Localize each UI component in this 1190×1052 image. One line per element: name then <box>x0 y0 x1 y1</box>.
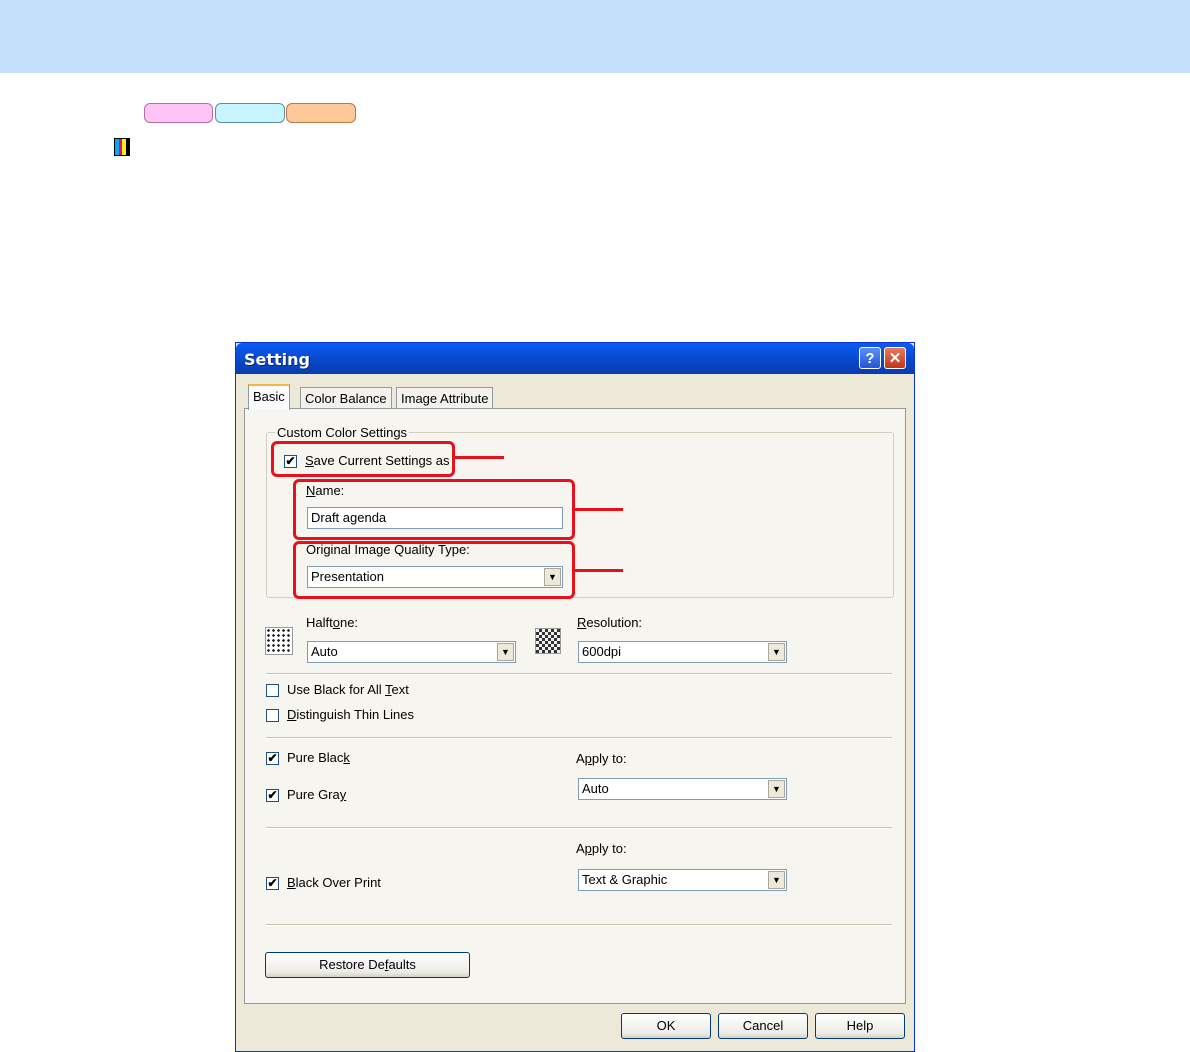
callout-name <box>293 479 575 540</box>
resolution-icon <box>535 628 561 654</box>
tab-basic[interactable]: Basic <box>248 384 290 410</box>
distinguish-thin-lines-label: Distinguish Thin Lines <box>287 707 414 722</box>
halftone-icon <box>265 627 293 655</box>
help-icon[interactable]: ? <box>859 347 881 369</box>
pure-black-checkbox[interactable]: ✔ <box>266 752 279 765</box>
callout-line <box>575 569 623 572</box>
apply-to-label: Apply to: <box>576 751 627 766</box>
color-bars-icon <box>114 138 130 156</box>
cancel-button[interactable]: Cancel <box>718 1013 808 1039</box>
dialog-title: Setting <box>244 350 310 369</box>
use-black-text-checkbox[interactable] <box>266 684 279 697</box>
tab-color-balance[interactable]: Color Balance <box>300 387 392 409</box>
apply-to-label-2: Apply to: <box>576 841 627 856</box>
distinguish-thin-lines-checkbox[interactable] <box>266 709 279 722</box>
pure-gray-label: Pure Gray <box>287 787 347 802</box>
chevron-down-icon[interactable]: ▼ <box>768 643 785 661</box>
separator <box>266 827 892 829</box>
restore-defaults-button[interactable]: Restore Defaults <box>265 952 470 978</box>
close-icon[interactable]: ✕ <box>884 347 906 369</box>
use-black-text-label: Use Black for All Text <box>287 682 409 697</box>
resolution-select[interactable]: 600dpi ▼ <box>578 641 787 663</box>
help-button[interactable]: Help <box>815 1013 905 1039</box>
ok-button[interactable]: OK <box>621 1013 711 1039</box>
category-tab-pink[interactable] <box>144 103 213 123</box>
chevron-down-icon[interactable]: ▼ <box>768 871 785 889</box>
callout-quality-type <box>293 541 575 599</box>
separator <box>266 673 892 675</box>
category-tab-cyan[interactable] <box>215 103 285 123</box>
apply-to-select-2[interactable]: Text & Graphic ▼ <box>578 869 787 891</box>
custom-color-settings-legend: Custom Color Settings <box>275 425 410 440</box>
chevron-down-icon[interactable]: ▼ <box>497 643 514 661</box>
pure-gray-checkbox[interactable]: ✔ <box>266 789 279 802</box>
halftone-label: Halftone: <box>306 615 359 630</box>
halftone-select[interactable]: Auto ▼ <box>307 641 516 663</box>
separator <box>266 924 892 926</box>
halftone-value: Auto <box>311 644 338 659</box>
header-band <box>0 0 1190 73</box>
resolution-label: Resolution: <box>577 615 643 630</box>
dialog-titlebar: Setting ? ✕ <box>236 343 914 374</box>
apply-to-value: Auto <box>582 781 609 796</box>
apply-to-select[interactable]: Auto ▼ <box>578 778 787 800</box>
tab-image-attribute[interactable]: Image Attribute <box>396 387 494 409</box>
callout-line <box>455 456 504 459</box>
category-tab-orange[interactable] <box>286 103 356 123</box>
apply-to-value-2: Text & Graphic <box>582 872 668 887</box>
black-over-print-label: Black Over Print <box>287 875 381 890</box>
callout-line <box>575 508 623 511</box>
chevron-down-icon[interactable]: ▼ <box>768 780 785 798</box>
resolution-value: 600dpi <box>582 644 622 659</box>
black-over-print-checkbox[interactable]: ✔ <box>266 877 279 890</box>
callout-save-settings <box>271 441 455 477</box>
separator <box>266 737 892 739</box>
pure-black-label: Pure Black <box>287 750 350 765</box>
